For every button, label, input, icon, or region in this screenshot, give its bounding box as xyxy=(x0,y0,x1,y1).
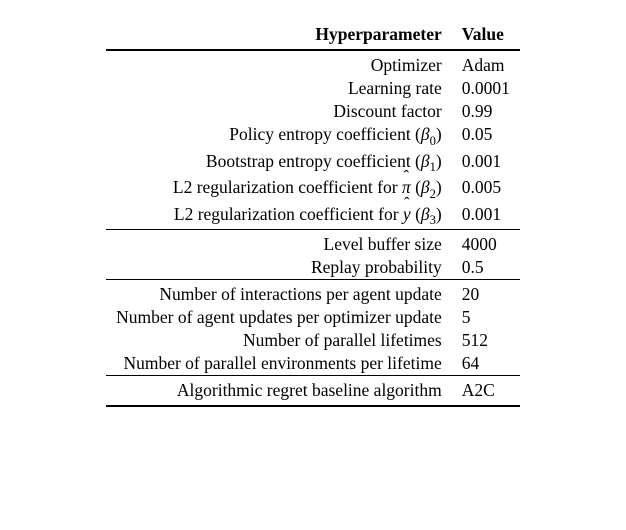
col-header-hyperparameter: Hyperparameter xyxy=(106,20,452,50)
hp-value: 20 xyxy=(452,280,520,307)
table-row: Level buffer size 4000 xyxy=(106,230,520,257)
hp-label: Policy entropy coefficient (β0) xyxy=(106,123,452,150)
hp-label: Level buffer size xyxy=(106,230,452,257)
table-row: Replay probability 0.5 xyxy=(106,256,520,280)
table-row: Number of interactions per agent update … xyxy=(106,280,520,307)
table-row: L2 regularization coefficient for y (β3)… xyxy=(106,203,520,230)
table-row: Number of parallel lifetimes 512 xyxy=(106,329,520,352)
hp-label: Bootstrap entropy coefficient (β1) xyxy=(106,150,452,177)
col-header-value: Value xyxy=(452,20,520,50)
hp-label: Number of agent updates per optimizer up… xyxy=(106,306,452,329)
hp-value: Adam xyxy=(452,50,520,77)
hp-label: Number of parallel lifetimes xyxy=(106,329,452,352)
hp-value: 0.005 xyxy=(452,176,520,203)
hp-value: A2C xyxy=(452,376,520,407)
hp-value: 512 xyxy=(452,329,520,352)
hp-value: 0.001 xyxy=(452,203,520,230)
hp-label: L2 regularization coefficient for π (β2) xyxy=(106,176,452,203)
table-row: Learning rate 0.0001 xyxy=(106,77,520,100)
table-row: L2 regularization coefficient for π (β2)… xyxy=(106,176,520,203)
hp-value: 0.5 xyxy=(452,256,520,280)
hp-label: Learning rate xyxy=(106,77,452,100)
table-row: Number of parallel environments per life… xyxy=(106,352,520,376)
hp-label: Algorithmic regret baseline algorithm xyxy=(106,376,452,407)
hp-value: 0.001 xyxy=(452,150,520,177)
table-row: Bootstrap entropy coefficient (β1) 0.001 xyxy=(106,150,520,177)
table-row: Optimizer Adam xyxy=(106,50,520,77)
hp-value: 0.05 xyxy=(452,123,520,150)
table-row: Discount factor 0.99 xyxy=(106,100,520,123)
hp-label: Replay probability xyxy=(106,256,452,280)
hp-label: L2 regularization coefficient for y (β3) xyxy=(106,203,452,230)
hp-label: Number of parallel environments per life… xyxy=(106,352,452,376)
hp-label: Discount factor xyxy=(106,100,452,123)
hp-value: 4000 xyxy=(452,230,520,257)
table-row: Policy entropy coefficient (β0) 0.05 xyxy=(106,123,520,150)
table-row: Algorithmic regret baseline algorithm A2… xyxy=(106,376,520,407)
hyperparameter-table: Hyperparameter Value Optimizer Adam Lear… xyxy=(106,20,520,407)
hp-value: 0.0001 xyxy=(452,77,520,100)
hp-value: 64 xyxy=(452,352,520,376)
hp-value: 5 xyxy=(452,306,520,329)
hp-label: Number of interactions per agent update xyxy=(106,280,452,307)
hp-value: 0.99 xyxy=(452,100,520,123)
table-row: Number of agent updates per optimizer up… xyxy=(106,306,520,329)
hp-label: Optimizer xyxy=(106,50,452,77)
